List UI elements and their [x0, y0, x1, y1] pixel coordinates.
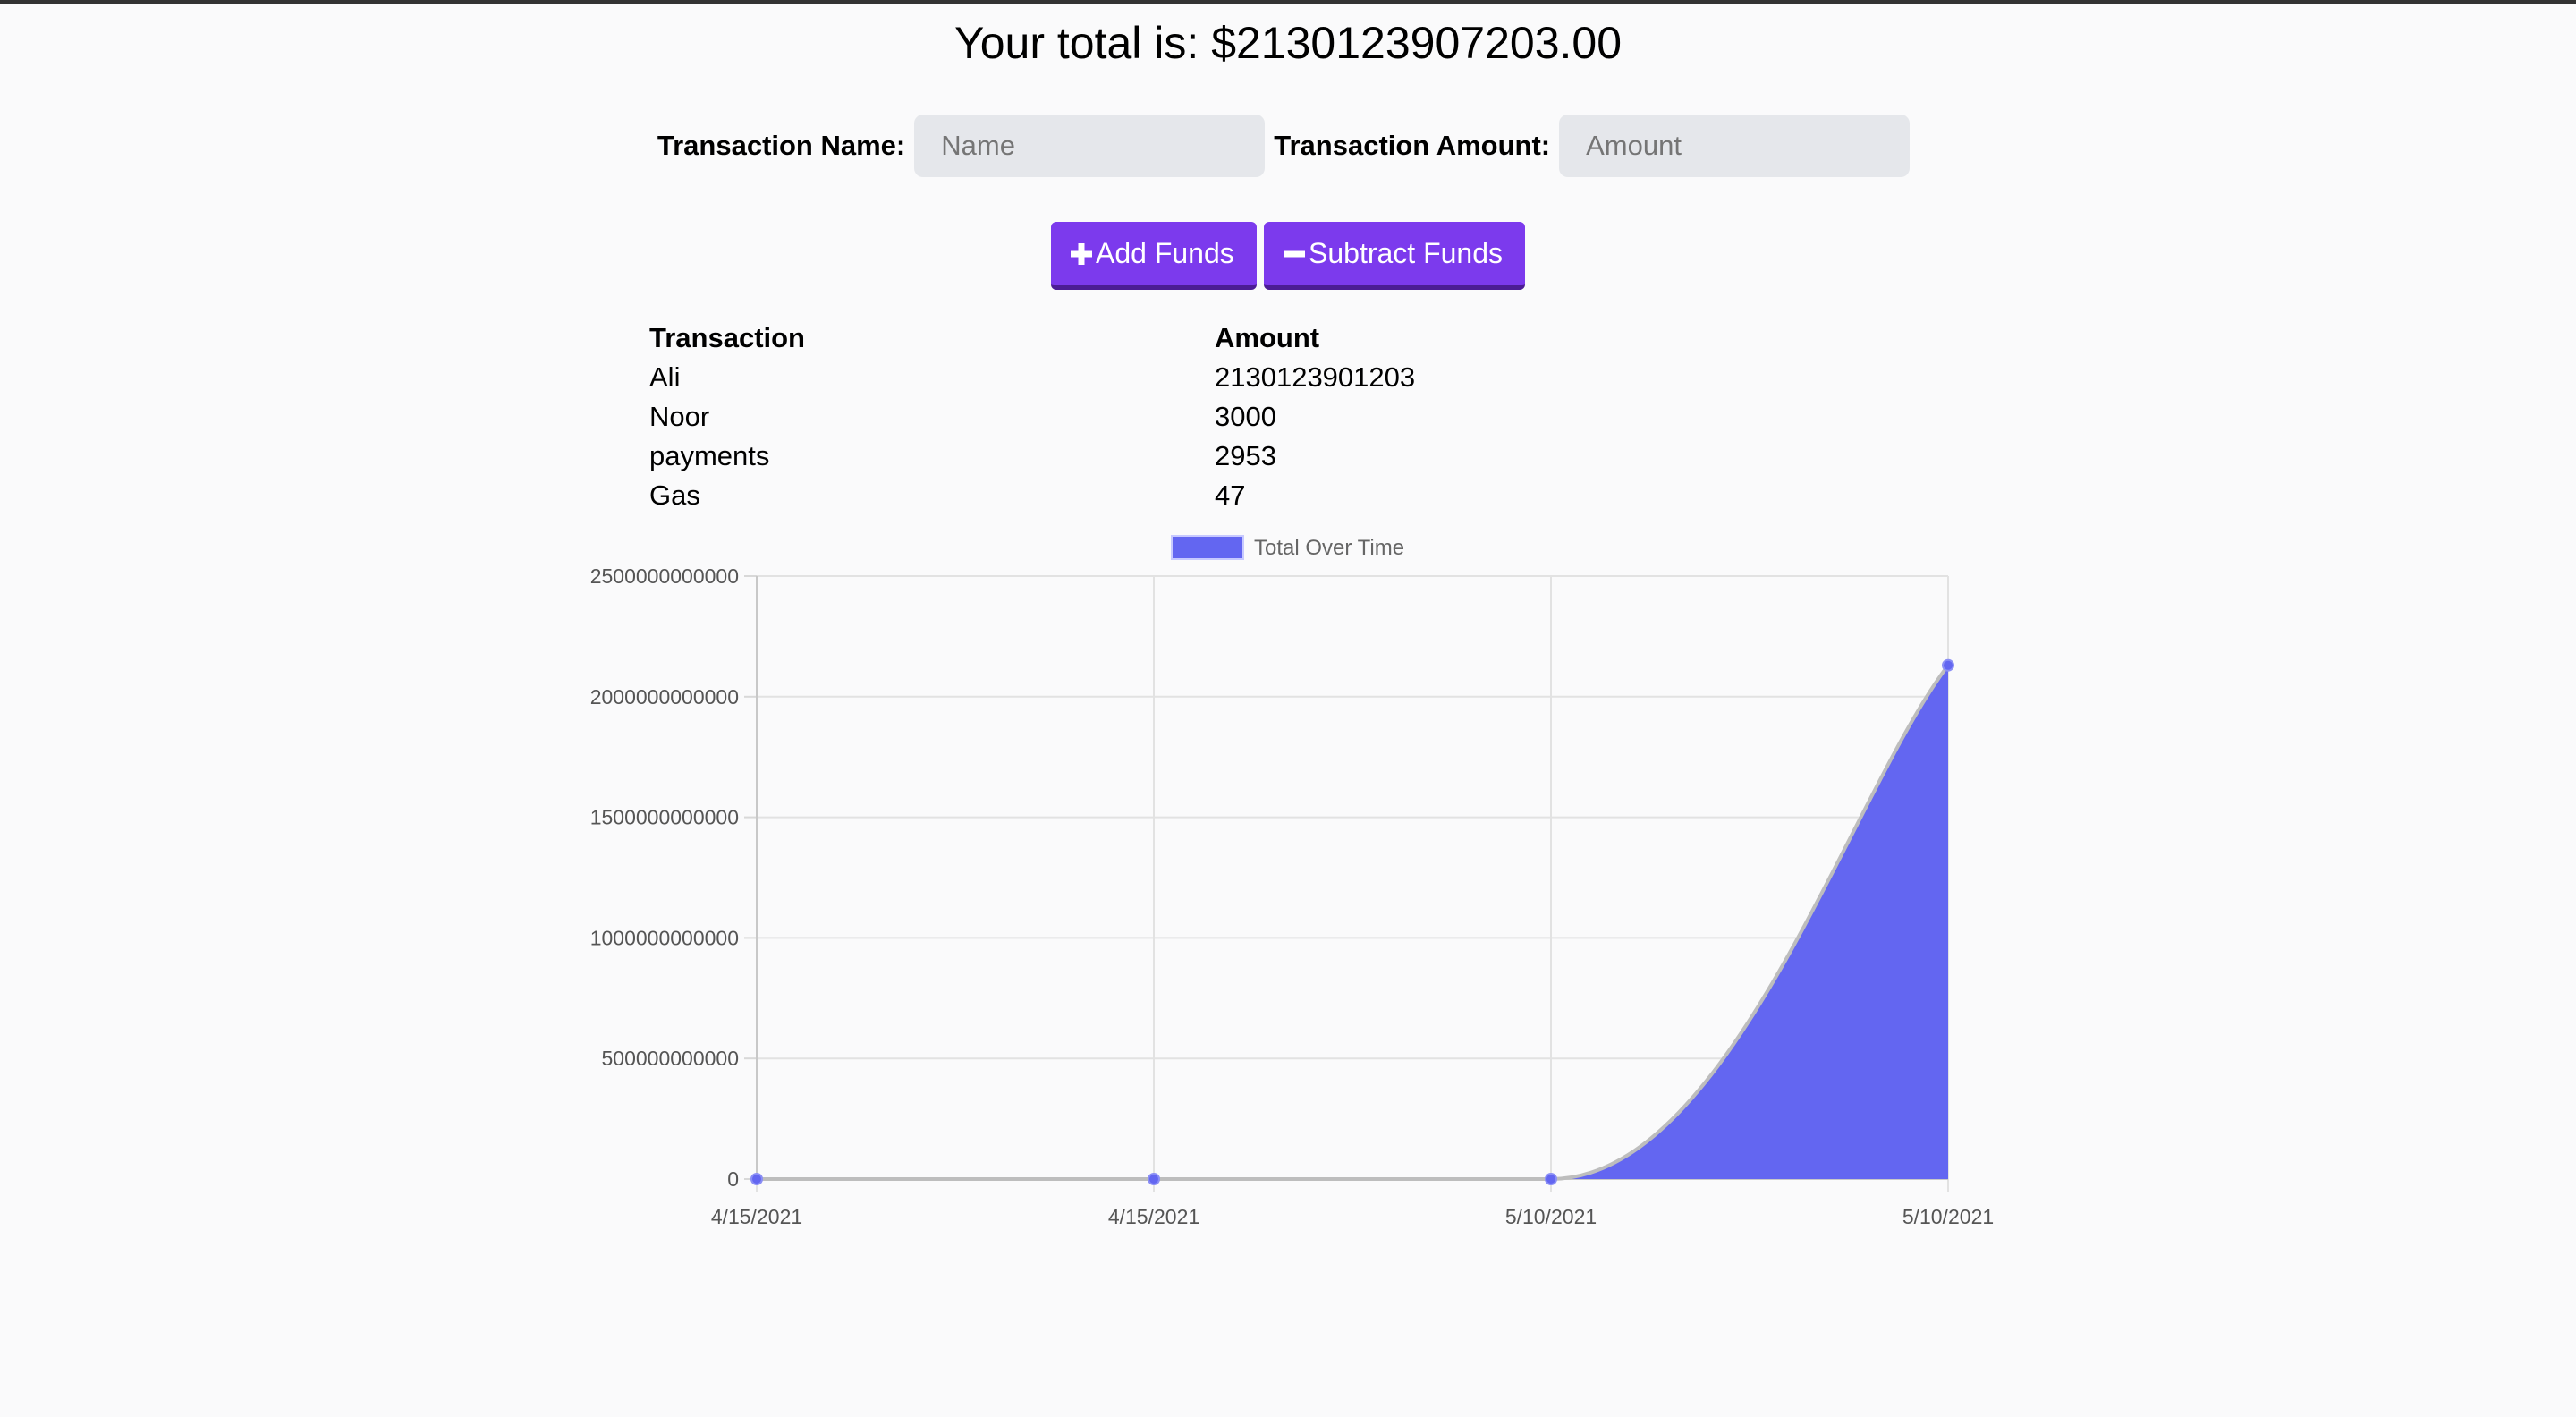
y-tick-label: 1500000000000 — [590, 806, 739, 829]
data-point — [750, 1173, 763, 1185]
y-tick-label: 0 — [727, 1167, 739, 1191]
legend-label: Total Over Time — [1254, 536, 1404, 560]
x-tick-label: 4/15/2021 — [711, 1205, 802, 1228]
x-tick-label: 5/10/2021 — [1902, 1205, 1994, 1228]
total-over-time-chart: 0 500000000000 1000000000000 1500000000000 2… — [590, 535, 1994, 1228]
y-tick-label: 2000000000000 — [590, 685, 739, 708]
legend-swatch — [1171, 535, 1244, 560]
y-tick-label: 1000000000000 — [590, 926, 739, 949]
x-tick-label: 4/15/2021 — [1108, 1205, 1199, 1228]
y-tick-label: 2500000000000 — [590, 564, 739, 588]
series-area — [757, 665, 1948, 1179]
data-point — [1545, 1173, 1557, 1185]
data-point — [1942, 658, 1954, 672]
x-tick-label: 5/10/2021 — [1505, 1205, 1597, 1228]
data-point — [1148, 1173, 1160, 1185]
y-tick-label: 500000000000 — [602, 1047, 740, 1070]
